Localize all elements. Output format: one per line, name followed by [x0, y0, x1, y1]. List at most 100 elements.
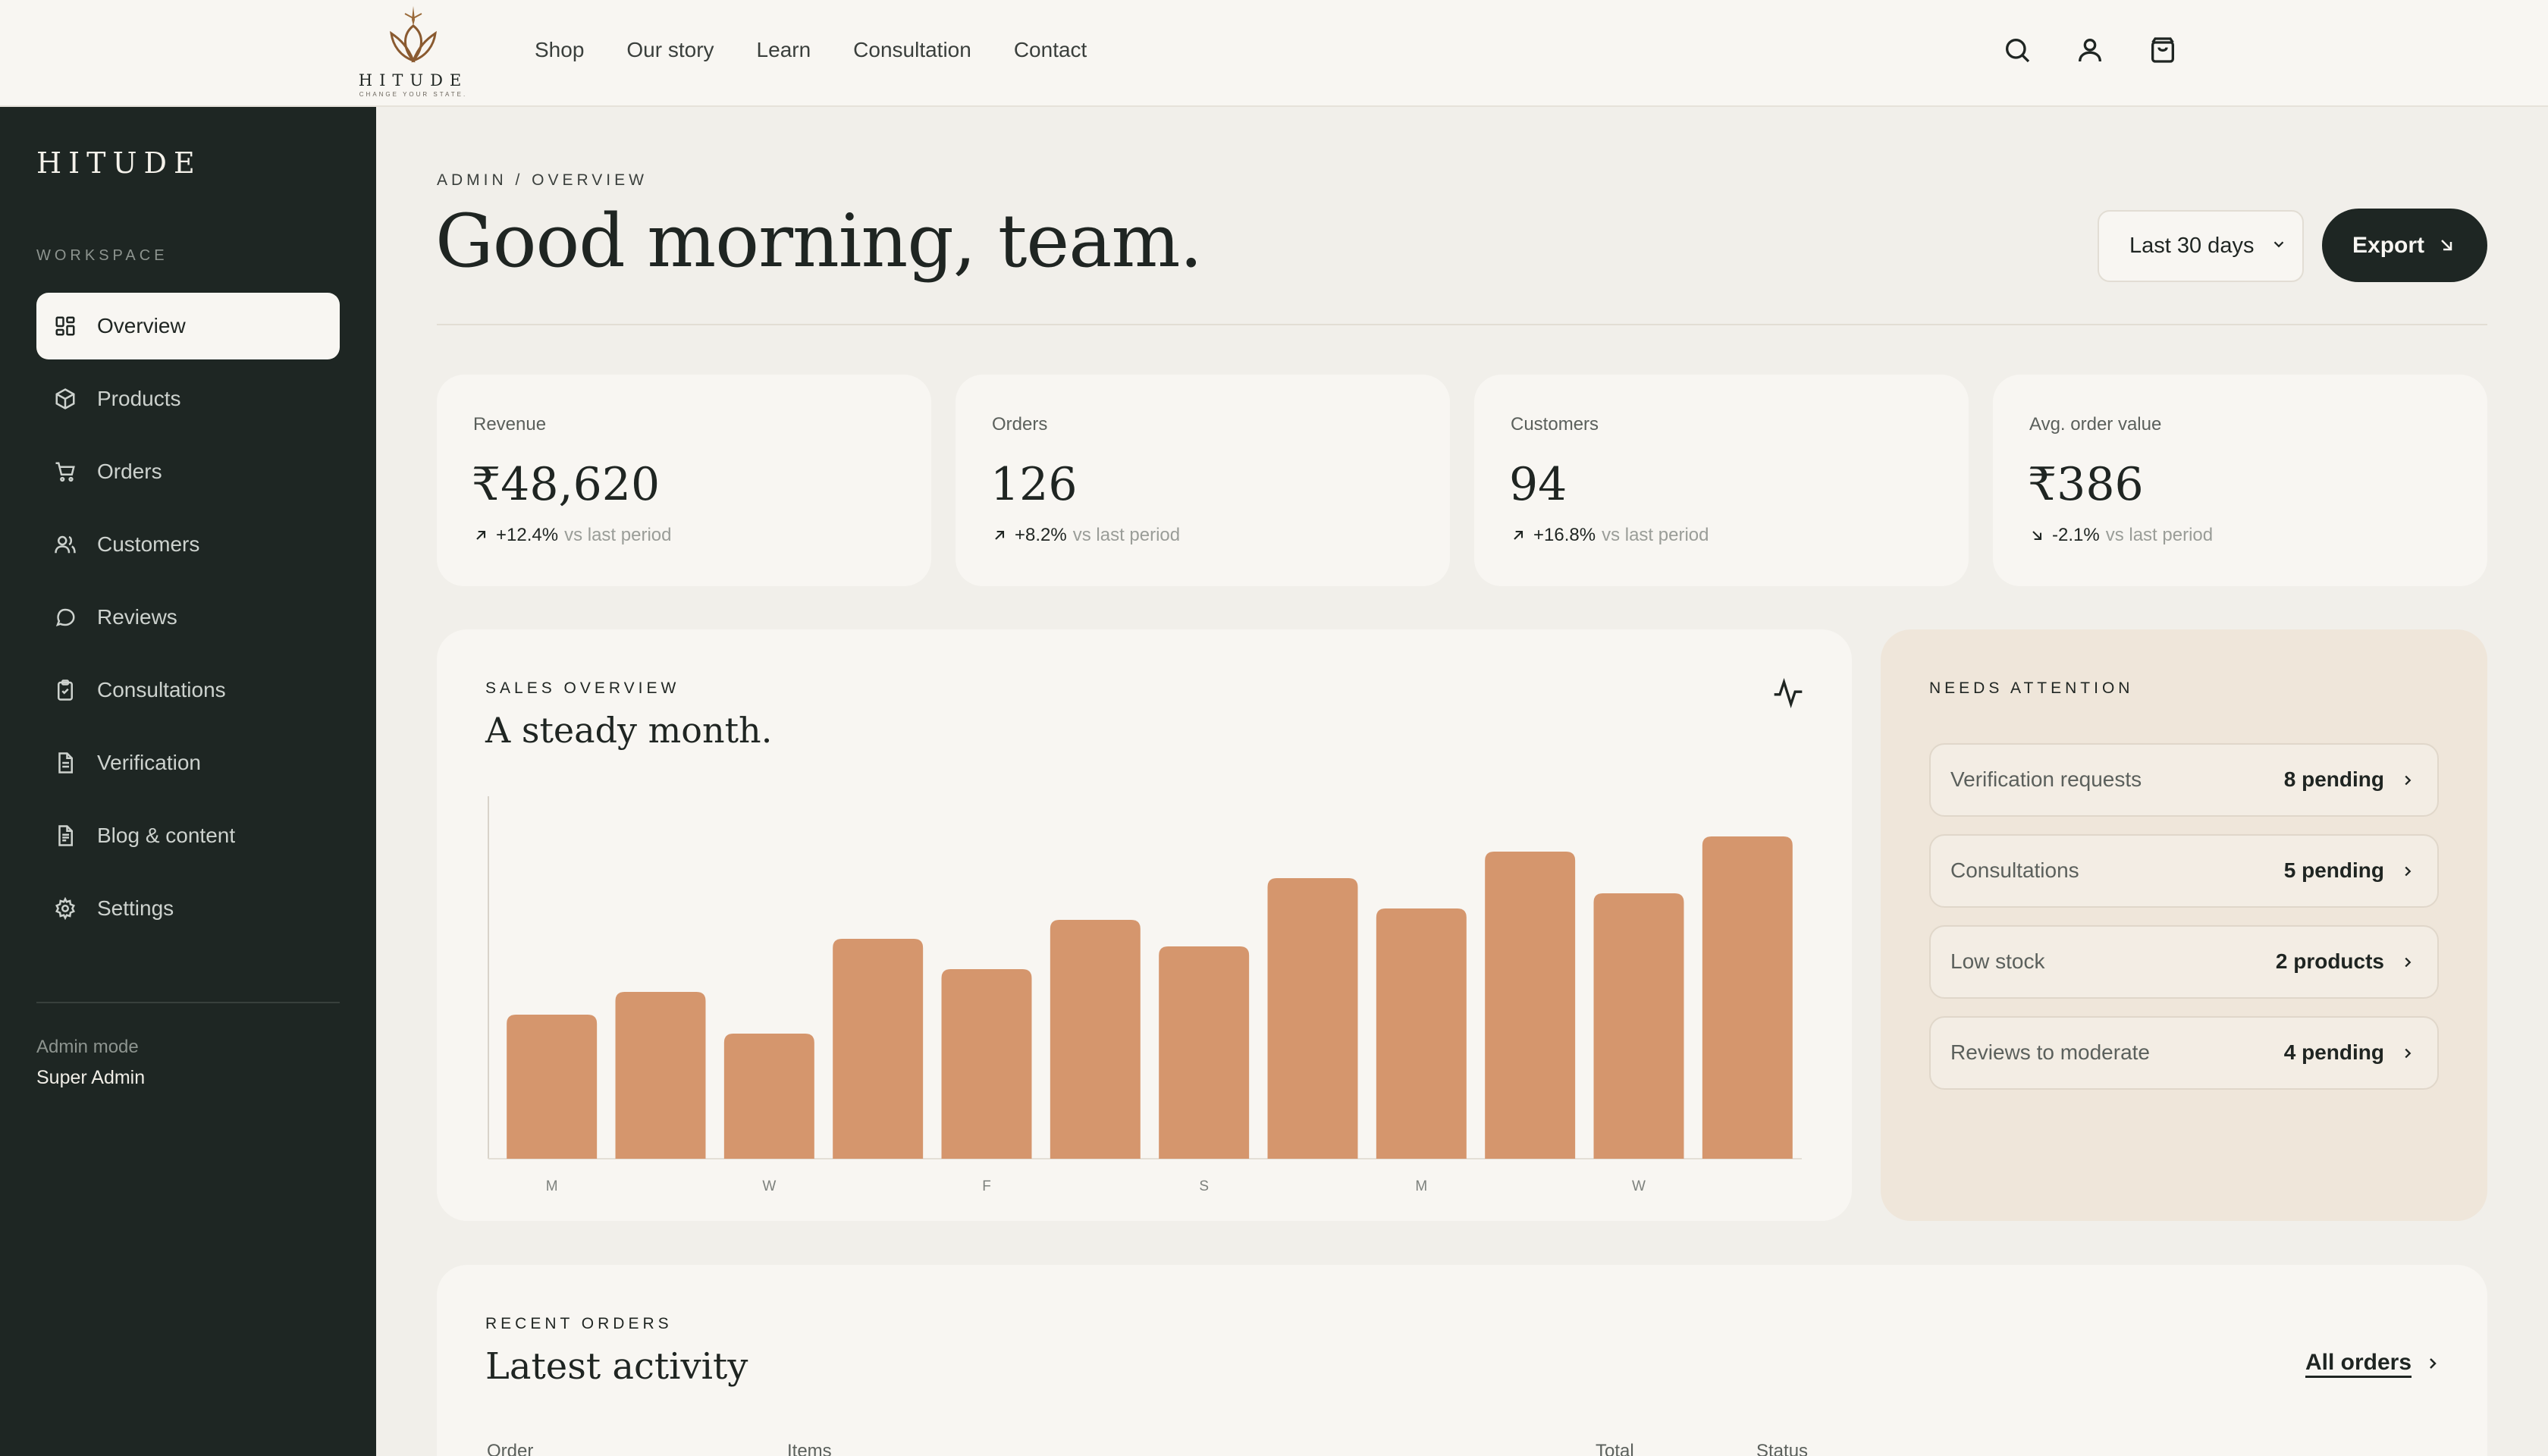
- section-eyebrow: NEEDS ATTENTION: [1929, 679, 2134, 697]
- recent-orders-card: RECENT ORDERS Latest activity All orders…: [437, 1265, 2487, 1456]
- stat-change: +16.8%: [1533, 525, 1596, 545]
- date-range-select[interactable]: Last 30 days: [2098, 210, 2304, 282]
- column-header-total[interactable]: Total: [1596, 1441, 1634, 1456]
- chevron-right-icon: [2405, 957, 2412, 968]
- brand-logo[interactable]: HITUDE CHANGE YOUR STATE.: [356, 3, 470, 100]
- bag-icon[interactable]: [2148, 35, 2178, 65]
- sidebar-item-verification[interactable]: Verification: [36, 730, 340, 796]
- search-icon[interactable]: [2002, 35, 2032, 65]
- chart-x-tick-label: M: [546, 1178, 558, 1194]
- grid-icon: [53, 314, 77, 338]
- nav-link-contact[interactable]: Contact: [1014, 38, 1087, 62]
- chart-bar[interactable]: [833, 939, 924, 1159]
- admin-mode-label: Admin mode: [36, 1037, 139, 1057]
- box-icon: [53, 387, 77, 411]
- section-title: Latest activity: [485, 1345, 748, 1388]
- activity-icon[interactable]: [1771, 676, 1805, 710]
- attention-item-low-stock[interactable]: Low stock 2 products: [1929, 925, 2439, 999]
- sidebar-item-label: Products: [97, 387, 181, 410]
- sidebar-item-label: Verification: [97, 751, 201, 774]
- all-orders-link[interactable]: All orders: [2305, 1350, 2412, 1376]
- attention-label: Reviews to moderate: [1950, 1040, 2151, 1064]
- sidebar-item-label: Settings: [97, 896, 174, 920]
- export-label: Export: [2352, 232, 2425, 258]
- chart-bar[interactable]: [1485, 852, 1576, 1159]
- account-icon[interactable]: [2075, 35, 2105, 65]
- stat-change: +8.2%: [1015, 525, 1067, 545]
- attention-value: 5 pending: [2283, 858, 2384, 882]
- attention-item-consultations[interactable]: Consultations 5 pending: [1929, 834, 2439, 908]
- column-header-status[interactable]: Status: [1756, 1441, 1808, 1456]
- chevron-right-icon[interactable]: [2424, 1354, 2442, 1373]
- sidebar-item-label: Reviews: [97, 605, 177, 629]
- sidebar-item-customers[interactable]: Customers: [36, 511, 340, 578]
- chart-bar[interactable]: [507, 1015, 598, 1159]
- sidebar-menu: Overview Products Orders Customers Revie…: [36, 293, 340, 948]
- sidebar-item-products[interactable]: Products: [36, 366, 340, 432]
- sidebar-item-reviews[interactable]: Reviews: [36, 584, 340, 651]
- nav-link-our-story[interactable]: Our story: [626, 38, 714, 62]
- chart-x-tick-label: W: [762, 1178, 776, 1194]
- chart-bar[interactable]: [1267, 878, 1358, 1159]
- sidebar-item-settings[interactable]: Settings: [36, 875, 340, 942]
- nav-link-learn[interactable]: Learn: [757, 38, 811, 62]
- gear-icon: [53, 896, 77, 921]
- chart-bar[interactable]: [1050, 920, 1141, 1159]
- column-header-order[interactable]: Order: [487, 1441, 533, 1456]
- arrow-up-right-icon: [995, 530, 1005, 540]
- stat-label: Customers: [1511, 414, 1599, 435]
- section-eyebrow: SALES OVERVIEW: [485, 679, 680, 697]
- lotus-logo-icon: [390, 6, 437, 63]
- stat-label: Orders: [992, 414, 1048, 435]
- file-text-icon: [53, 824, 77, 848]
- chat-icon: [53, 605, 77, 629]
- nav-link-shop[interactable]: Shop: [535, 38, 584, 62]
- sales-bar-chart: MWFSMW: [488, 796, 1802, 1194]
- attention-label: Consultations: [1950, 858, 2079, 882]
- chart-bar[interactable]: [1376, 908, 1467, 1159]
- attention-value: 2 products: [2275, 949, 2384, 973]
- sidebar-item-orders[interactable]: Orders: [36, 438, 340, 505]
- admin-sidebar: HITUDE WORKSPACE Overview Products Order…: [0, 107, 376, 1456]
- sidebar-item-overview[interactable]: Overview: [36, 293, 340, 359]
- cart-icon: [53, 460, 77, 484]
- export-button[interactable]: Export: [2322, 209, 2487, 282]
- sidebar-brand: HITUDE: [36, 146, 202, 180]
- nav-link-consultation[interactable]: Consultation: [853, 38, 971, 62]
- stat-compare: vs last period: [2105, 525, 2214, 545]
- attention-label: Verification requests: [1950, 767, 2142, 791]
- chevron-right-icon: [2405, 866, 2412, 877]
- sales-overview-card: SALES OVERVIEW A steady month. M W F S M W: [437, 629, 1852, 1221]
- arrow-down-right-icon: [2032, 531, 2042, 541]
- header-divider: [437, 324, 2487, 325]
- chart-x-tick-label: S: [1199, 1178, 1209, 1194]
- stat-trend: -2.1% vs last period: [2029, 525, 2213, 546]
- chart-bar[interactable]: [1159, 946, 1250, 1159]
- attention-value: 4 pending: [2283, 1040, 2384, 1064]
- stat-card-orders: Orders 126 +8.2% vs last period: [956, 375, 1450, 586]
- column-header-items[interactable]: Items: [787, 1441, 832, 1456]
- sidebar-item-label: Orders: [97, 460, 162, 483]
- sidebar-item-consultations[interactable]: Consultations: [36, 657, 340, 723]
- sidebar-section-label: WORKSPACE: [36, 247, 168, 264]
- chevron-down-icon: [2273, 241, 2284, 248]
- users-icon: [53, 532, 77, 557]
- document-icon: [53, 751, 77, 775]
- stat-value: 94: [1509, 458, 1567, 511]
- chart-x-tick-label: W: [1632, 1178, 1646, 1194]
- chart-bar[interactable]: [1593, 893, 1684, 1159]
- chart-bar[interactable]: [941, 969, 1032, 1159]
- attention-item-reviews[interactable]: Reviews to moderate 4 pending: [1929, 1016, 2439, 1090]
- chart-bar[interactable]: [723, 1034, 814, 1159]
- attention-label: Low stock: [1950, 949, 2045, 973]
- chart-bar[interactable]: [615, 992, 706, 1159]
- stat-compare: vs last period: [1072, 525, 1181, 545]
- attention-item-verification[interactable]: Verification requests 8 pending: [1929, 743, 2439, 817]
- primary-nav: Shop Our story Learn Consultation Contac…: [535, 38, 1087, 62]
- sidebar-item-blog[interactable]: Blog & content: [36, 802, 340, 869]
- breadcrumb: ADMIN / OVERVIEW: [437, 171, 648, 189]
- attention-value: 8 pending: [2283, 767, 2384, 791]
- admin-role: Super Admin: [36, 1067, 146, 1088]
- chart-bar[interactable]: [1702, 836, 1793, 1159]
- stat-change: +12.4%: [496, 525, 559, 545]
